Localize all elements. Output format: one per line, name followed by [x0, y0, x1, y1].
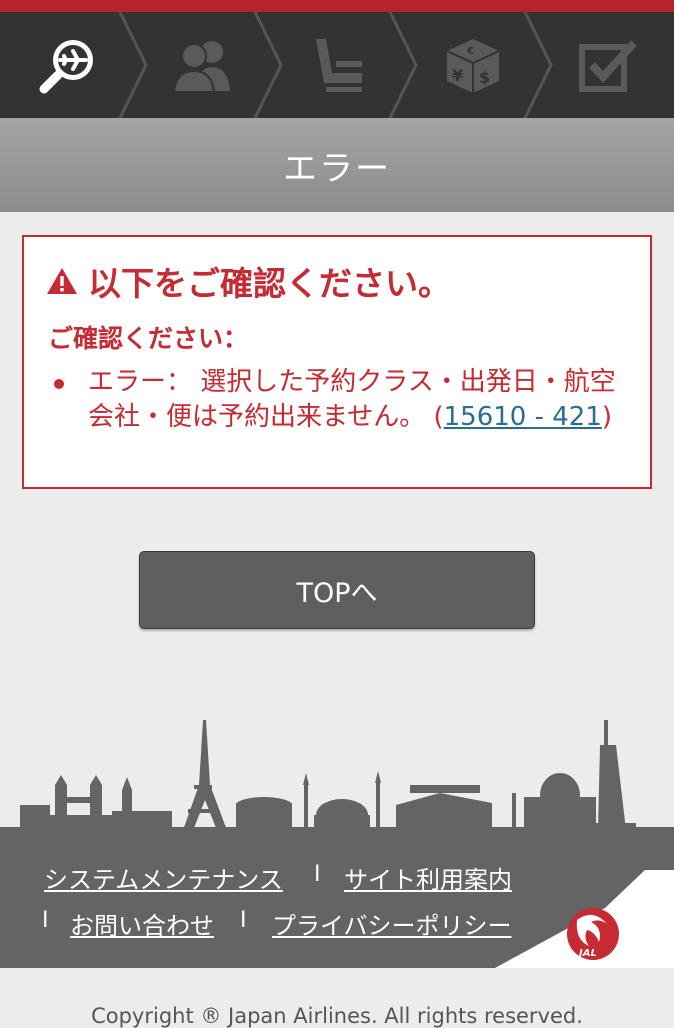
error-message-box: 以下をご確認ください。 ご確認ください： エラー： 選択した予約クラス・出発日・…: [22, 235, 652, 489]
page-title: エラー: [0, 118, 674, 212]
footer-link-contact[interactable]: お問い合わせ: [70, 906, 214, 941]
error-code-link[interactable]: 15610 - 421: [444, 402, 602, 432]
confirm-check-icon: [578, 40, 637, 92]
footer-separator: I: [240, 908, 247, 933]
seat-icon: [315, 39, 362, 92]
error-heading-text: 以下をご確認ください。: [88, 264, 451, 303]
step-passengers[interactable]: [135, 12, 270, 118]
svg-text:$: $: [479, 68, 490, 87]
footer-link-site-guide[interactable]: サイト利用案内: [344, 860, 512, 895]
city-skyline-illustration: [0, 720, 674, 835]
error-message-end: ): [601, 402, 613, 432]
flight-search-icon: [39, 40, 93, 94]
svg-text:JAL: JAL: [577, 948, 597, 959]
footer-link-maintenance[interactable]: システムメンテナンス: [44, 860, 283, 895]
jal-tail-logo: JAL: [495, 870, 674, 968]
booking-steps-nav: ¥ $ €: [0, 12, 674, 118]
svg-text:€: €: [466, 46, 474, 57]
warning-icon: [47, 268, 77, 294]
top-button[interactable]: TOPへ: [139, 551, 535, 629]
step-confirm[interactable]: [540, 12, 674, 118]
footer-separator: I: [42, 908, 49, 933]
svg-text:¥: ¥: [452, 66, 463, 85]
footer-link-privacy[interactable]: プライバシーポリシー: [272, 906, 512, 941]
step-flight-search[interactable]: [0, 12, 135, 118]
passengers-icon: [172, 41, 230, 93]
error-list-item: エラー： 選択した予約クラス・出発日・航空会社・便は予約出来ません。 (1561…: [88, 365, 638, 435]
error-heading: 以下をご確認ください。: [46, 257, 451, 305]
error-subheading: ご確認ください：: [48, 324, 249, 353]
footer-separator: I: [314, 862, 321, 887]
payment-icon: ¥ $ €: [446, 39, 499, 93]
copyright-text: Copyright ® Japan Airlines. All rights r…: [91, 1004, 583, 1028]
step-seat[interactable]: [270, 12, 405, 118]
step-payment[interactable]: ¥ $ €: [405, 12, 540, 118]
bullet-icon: [54, 379, 64, 389]
top-accent-bar: [0, 0, 674, 12]
